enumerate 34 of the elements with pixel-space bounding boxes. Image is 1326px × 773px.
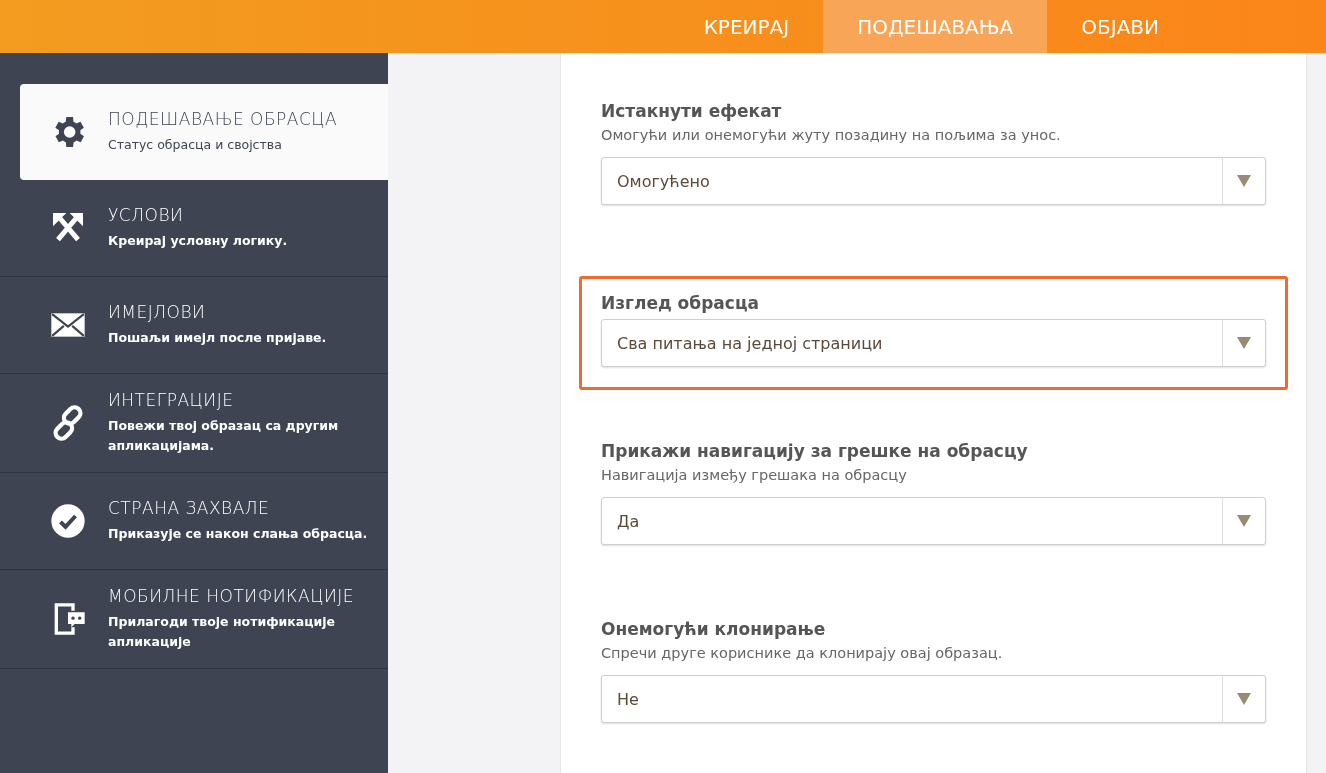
sidebar-item-subtitle: Приказује се након слања обрасца. xyxy=(108,525,368,543)
sidebar-item[interactable]: ИНТЕГРАЦИЈЕ Повежи твој образац са другим апликацијама. xyxy=(0,374,388,473)
check-circle-icon xyxy=(48,501,88,541)
setting-description: Омогући или онемогући жуту позадину на пољима за унос. xyxy=(601,127,1062,143)
sidebar-item-subtitle: Креирај условну логику. xyxy=(108,232,288,250)
sidebar-item[interactable]: МОБИЛНЕ НОТИФИКАЦИЈЕ Прилагоди твоје нотификације апликације xyxy=(0,570,388,669)
sidebar-item-title: СТРАНА ЗАХВАЛЕ xyxy=(108,498,271,518)
dropdown[interactable]: Да xyxy=(601,497,1266,545)
sidebar-item[interactable]: СТРАНА ЗАХВАЛЕ Приказује се након слања обрасца. xyxy=(0,473,388,570)
sidebar-item-title: МОБИЛНЕ НОТИФИКАЦИЈЕ xyxy=(108,586,355,606)
sidebar-item-title: ИМЕЈЛОВИ xyxy=(108,302,207,322)
sidebar-item-subtitle: Повежи твој образац са другим апликацијама. xyxy=(108,417,340,455)
setting-title: Прикажи навигацију за грешке на обрасцу xyxy=(601,441,1029,461)
sidebar-item-subtitle: Статус обрасца и својства xyxy=(108,136,283,154)
sidebar-item[interactable]: ИМЕЈЛОВИ Пошаљи имејл после пријаве. xyxy=(0,277,388,374)
dropdown[interactable]: Омогућено xyxy=(601,157,1266,205)
caret-icon xyxy=(1237,175,1251,187)
sidebar-item[interactable]: УСЛОВИ Креирај условну логику. xyxy=(0,180,388,277)
sidebar-item-title: ИНТЕГРАЦИЈЕ xyxy=(108,390,235,410)
setting-title: Изглед обрасца xyxy=(601,293,760,313)
setting-description: Навигација између грешака на обрасцу xyxy=(601,467,908,483)
sidebar-item[interactable]: ПОДЕШАВАЊЕ ОБРАСЦА Статус обрасца и својства xyxy=(20,84,388,180)
dropdown[interactable]: Не xyxy=(601,675,1266,723)
sidebar-item-title: УСЛОВИ xyxy=(108,205,185,225)
caret-icon xyxy=(1237,337,1251,349)
setting-title: Онемогући клонирање xyxy=(601,619,827,639)
setting-title: Истакнути ефекат xyxy=(601,101,783,121)
caret-icon xyxy=(1237,515,1251,527)
dropdown[interactable]: Сва питања на једној страници xyxy=(601,319,1266,367)
sidebar-item-subtitle: Пошаљи имејл после пријаве. xyxy=(108,329,327,347)
sidebar-item-subtitle: Прилагоди твоје нотификације апликације xyxy=(108,613,337,651)
sidebar-item-title: ПОДЕШАВАЊЕ ОБРАСЦА xyxy=(108,109,338,129)
setting-description: Спречи друге кориснике да клонирају овај образац. xyxy=(601,645,1004,661)
caret-icon xyxy=(1237,693,1251,705)
